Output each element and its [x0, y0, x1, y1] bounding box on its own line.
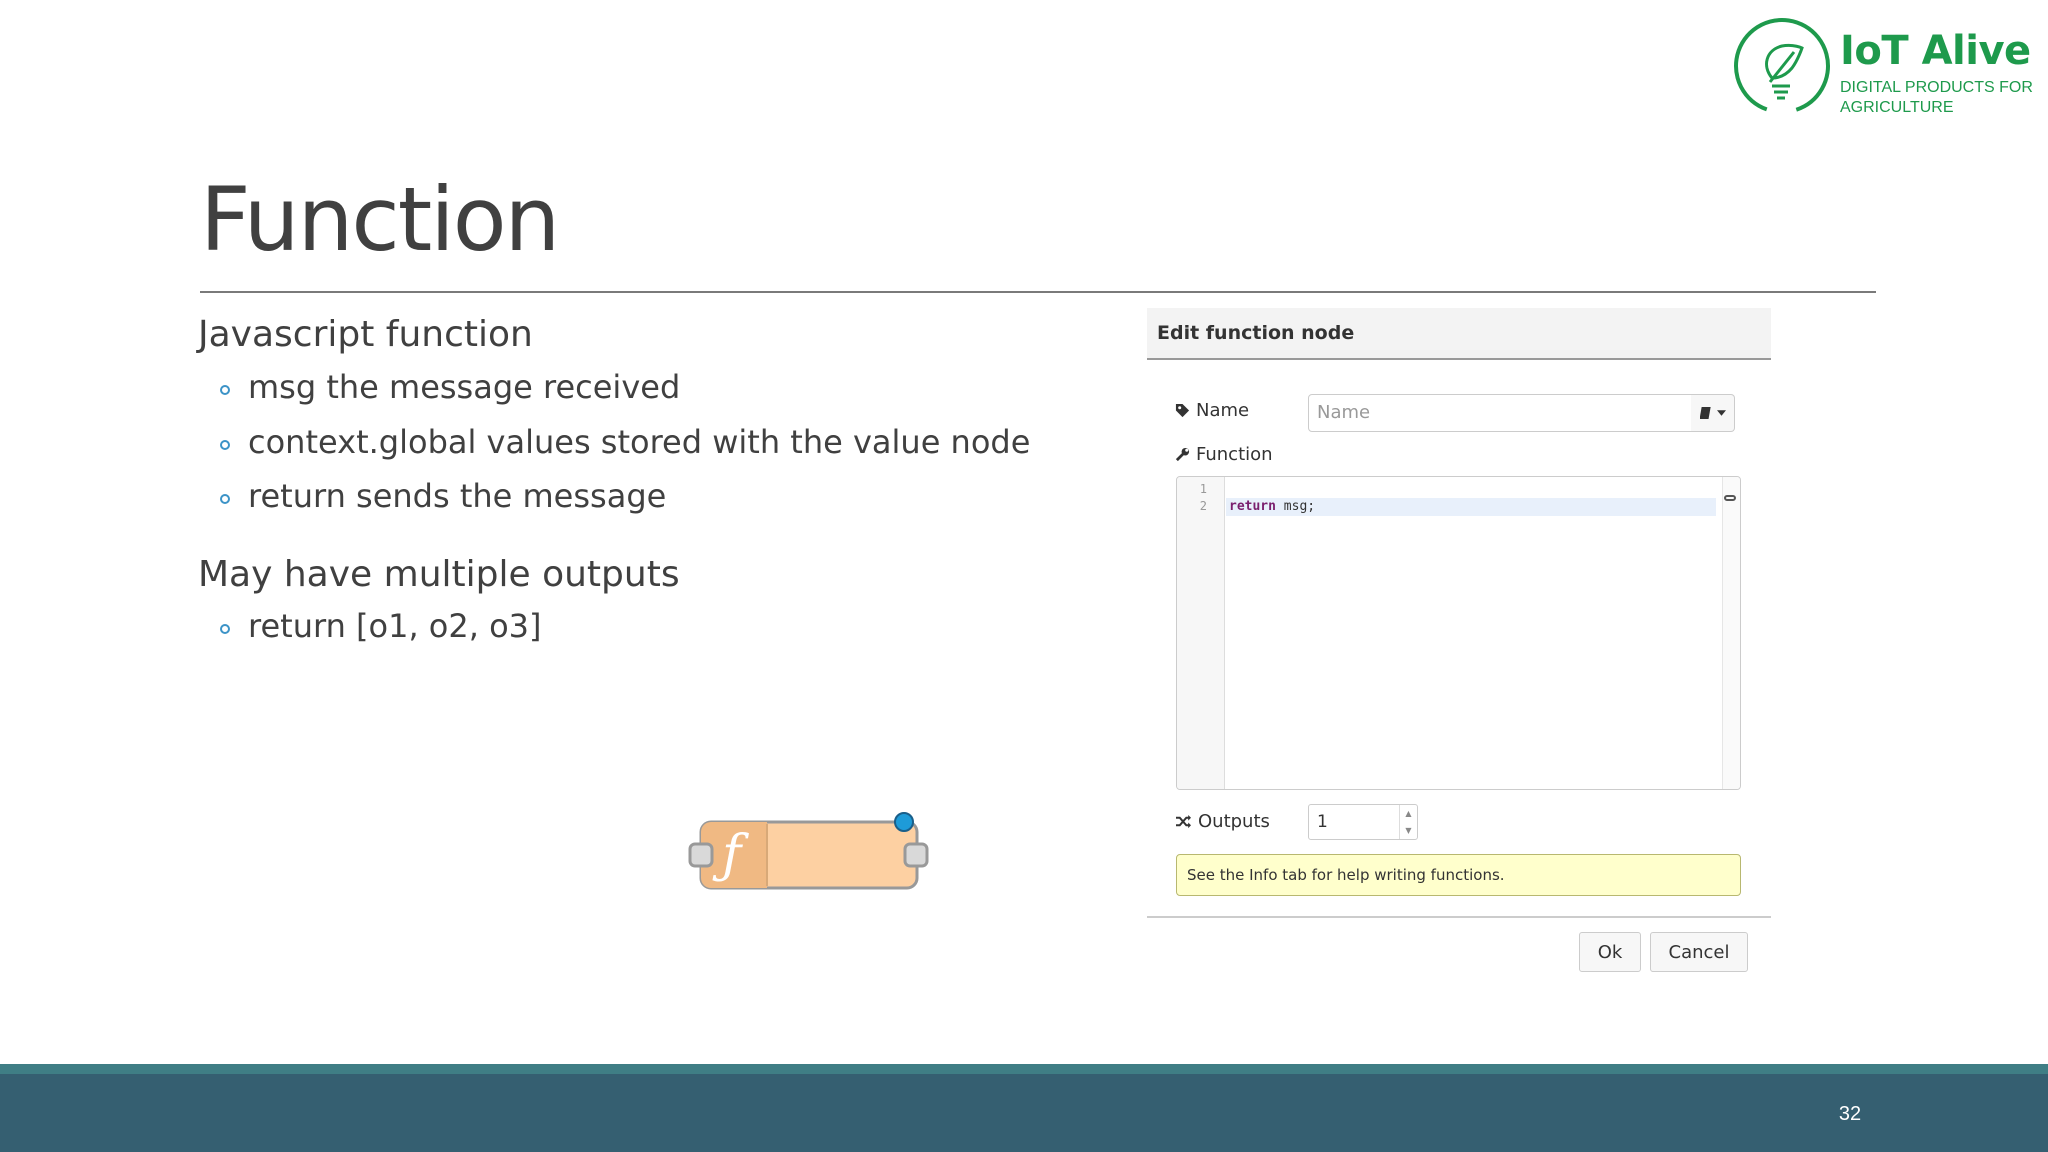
- function-label: Function: [1196, 444, 1273, 465]
- spinner-down-icon[interactable]: ▼: [1405, 826, 1411, 836]
- code-line: return msg;: [1229, 499, 1315, 514]
- edit-function-dialog: Edit function node Name Name Function 1 …: [1147, 308, 1771, 978]
- fold-icon[interactable]: [1724, 495, 1736, 501]
- code-text: msg;: [1275, 499, 1316, 514]
- bullet-item: context.global values stored with the va…: [248, 423, 1031, 461]
- function-label-row: Function: [1175, 444, 1273, 465]
- shuffle-icon: [1176, 814, 1191, 829]
- outputs-label: Outputs: [1198, 811, 1270, 832]
- editor-scrollbar[interactable]: [1722, 477, 1740, 789]
- company-logo: IoT Alive DIGITAL PRODUCTS FOR AGRICULTU…: [1732, 16, 2033, 116]
- bullet-heading: Javascript function: [198, 314, 533, 355]
- book-icon: [1699, 407, 1711, 419]
- bullet-marker: [220, 440, 230, 450]
- caret-down-icon: [1716, 410, 1726, 416]
- bullet-item: return sends the message: [248, 477, 667, 515]
- title-divider: [200, 291, 1876, 293]
- bullet-item: return [o1, o2, o3]: [248, 607, 542, 645]
- tag-icon: [1175, 403, 1190, 418]
- cancel-button[interactable]: Cancel: [1650, 932, 1748, 972]
- name-label-row: Name: [1175, 400, 1249, 421]
- code-editor[interactable]: 1 2 return msg;: [1176, 476, 1741, 790]
- outputs-value: 1: [1317, 812, 1328, 832]
- page-number: 32: [1838, 1103, 1862, 1125]
- name-input[interactable]: Name: [1308, 394, 1698, 432]
- spinner-up-icon[interactable]: ▲: [1405, 809, 1411, 819]
- logo-subtitle: DIGITAL PRODUCTS FOR AGRICULTURE: [1840, 79, 2033, 116]
- name-label: Name: [1196, 400, 1250, 421]
- outputs-spinner[interactable]: 1 ▲ ▼: [1308, 804, 1418, 840]
- code-keyword: return: [1229, 499, 1276, 514]
- bullet-marker: [220, 624, 230, 634]
- leaf-bulb-logo-icon: [1734, 18, 1830, 114]
- function-node-icon: ƒ: [722, 825, 742, 885]
- function-node[interactable]: ƒ: [680, 805, 940, 915]
- line-number: 2: [1199, 499, 1207, 513]
- bullet-heading: May have multiple outputs: [198, 554, 680, 595]
- logo-title: IoT Alive: [1840, 28, 2031, 74]
- function-node-graphic: [688, 812, 929, 890]
- wrench-icon: [1175, 447, 1190, 462]
- ok-button[interactable]: Ok: [1579, 932, 1641, 972]
- slide-title: Function: [200, 168, 560, 271]
- bullet-marker: [220, 385, 230, 395]
- outputs-label-row: Outputs: [1175, 811, 1270, 832]
- node-library-button[interactable]: [1691, 394, 1735, 432]
- spinner-arrows[interactable]: ▲ ▼: [1399, 805, 1417, 839]
- help-tip: See the Info tab for help writing functi…: [1176, 854, 1741, 896]
- bullet-marker: [220, 494, 230, 504]
- line-number-gutter: 1 2: [1177, 477, 1225, 789]
- footer-accent-band: [0, 1064, 2048, 1074]
- dialog-footer-divider: [1147, 916, 1771, 918]
- line-number: 1: [1199, 482, 1207, 496]
- footer-band: [0, 1074, 2048, 1152]
- dialog-title: Edit function node: [1157, 322, 1355, 344]
- dialog-header: Edit function node: [1147, 308, 1771, 360]
- bullet-item: msg the message received: [248, 368, 681, 406]
